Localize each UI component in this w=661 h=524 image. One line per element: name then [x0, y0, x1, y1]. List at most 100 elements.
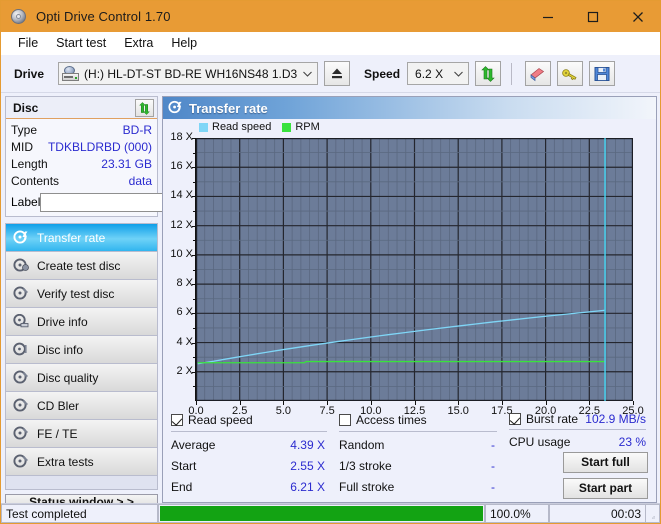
chart-x-tick [633, 401, 634, 405]
read-speed-checkbox[interactable] [171, 413, 183, 426]
menu-start-test[interactable]: Start test [47, 34, 115, 52]
key-button[interactable] [557, 61, 584, 86]
start-full-button[interactable]: Start full [563, 451, 648, 473]
cd-bler-icon [13, 398, 30, 413]
sidebar-item-verify-test-disc[interactable]: Verify test disc [6, 280, 157, 308]
elapsed-time: 00:03 [549, 504, 646, 523]
burst-rate-column: Burst rate 102.9 MB/s CPU usage 23 % Sta… [509, 411, 648, 499]
sidebar-item-label: Disc info [37, 342, 84, 357]
chart-x-tick-label: 12.5 [403, 405, 426, 417]
chart-x-tick [196, 401, 197, 405]
speed-label: Speed [364, 66, 401, 81]
speed-select[interactable]: 6.2 X [407, 62, 470, 85]
disc-quality-icon [13, 370, 30, 385]
chart-x-tick [589, 401, 591, 405]
panel-title: Transfer rate [189, 100, 268, 116]
optical-drive-icon [62, 66, 80, 81]
divider [171, 431, 327, 432]
chart-x-tick-label: 20.0 [534, 405, 557, 417]
stat-value: - [491, 458, 495, 473]
chart-x-tick [283, 401, 285, 405]
stat-key: Start [171, 458, 197, 473]
chevron-down-icon [298, 63, 317, 84]
chart-y-tick-label: 2 X [176, 364, 193, 377]
chart-y-tick-label: 6 X [176, 306, 193, 319]
legend-label-rpm: RPM [295, 121, 320, 133]
sidebar-item-create-test-disc[interactable]: Create test disc [6, 252, 157, 280]
sidebar-item-disc-info[interactable]: Disc info [6, 336, 157, 364]
disc-row-value: BD-R [122, 123, 152, 137]
menu-bar: File Start test Extra Help [1, 32, 660, 55]
sidebar-item-label: CD Bler [37, 398, 80, 413]
close-button[interactable] [615, 1, 660, 32]
app-disc-icon [10, 8, 28, 26]
burst-rate-checkbox[interactable] [509, 412, 521, 425]
stat-row-cpu-usage: CPU usage 23 % [509, 432, 648, 451]
start-part-button[interactable]: Start part [563, 477, 648, 499]
disc-row-length: Length 23.31 GB [11, 156, 152, 173]
refresh-drive-button[interactable] [475, 61, 502, 86]
disc-refresh-button[interactable] [135, 99, 154, 117]
transfer-rate-icon [13, 230, 30, 245]
stat-key: End [171, 479, 193, 494]
chart-y-tick-label: 18 X [170, 131, 193, 143]
statistics-area: Read speed Average 4.39 X Start 2.55 X E… [163, 406, 656, 502]
sidebar-item-label: Extra tests [37, 454, 94, 469]
progress-fill [160, 506, 483, 521]
stat-value: 4.39 X [290, 437, 325, 452]
chart-y-axis-line [194, 138, 196, 401]
sidebar-item-label: Verify test disc [37, 286, 115, 301]
stat-key: Random [339, 437, 385, 452]
drive-info-icon [13, 313, 30, 329]
stat-value: - [491, 479, 495, 494]
window-title: Opti Drive Control 1.70 [36, 9, 171, 24]
chart-legend: Read speed RPM [199, 121, 327, 133]
sidebar-item-label: Disc quality [37, 370, 99, 385]
sidebar-item-extra-tests[interactable]: Extra tests [6, 448, 157, 476]
legend-swatch-read-speed [199, 122, 208, 132]
sidebar-item-cd-bler[interactable]: CD Bler [6, 392, 157, 420]
legend-swatch-rpm [282, 122, 292, 132]
eject-button[interactable] [324, 61, 351, 86]
chart-x-tick-label: 5.0 [275, 405, 292, 417]
disc-row-mid: MID TDKBLDRBD (000) [11, 139, 152, 156]
sidebar-item-label: Transfer rate [37, 230, 106, 245]
drive-select[interactable]: (H:) HL-DT-ST BD-RE WH16NS48 1.D3 [58, 62, 319, 85]
chart-y-tick-label: 8 X [176, 277, 193, 290]
menu-file[interactable]: File [9, 34, 47, 52]
verify-disc-icon [13, 286, 30, 301]
sidebar-item-disc-quality[interactable]: Disc quality [6, 364, 157, 392]
menu-extra[interactable]: Extra [115, 34, 162, 52]
chart-plot-area [196, 138, 633, 401]
chart-y-tick-label: 4 X [176, 335, 193, 348]
access-times-checkbox[interactable] [339, 413, 351, 426]
app-window: Opti Drive Control 1.70 File Start test … [0, 0, 661, 524]
resize-grip[interactable] [646, 504, 660, 523]
stat-row-random: Random - [339, 434, 509, 455]
disc-panel-title: Disc [13, 100, 39, 115]
disc-label-row: Label [11, 192, 244, 212]
fe-te-icon [13, 426, 30, 441]
chart-y-tick-label: 10 X [170, 247, 193, 260]
stat-row-end: End 6.21 X [171, 476, 339, 497]
stat-key: Full stroke [339, 479, 395, 494]
disc-row-value: 23.31 GB [101, 157, 152, 171]
sidebar-item-transfer-rate[interactable]: Transfer rate [6, 224, 157, 252]
sidebar-item-drive-info[interactable]: Drive info [6, 308, 157, 336]
sidebar-filler [6, 476, 157, 490]
title-bar: Opti Drive Control 1.70 [1, 1, 660, 32]
toolbar-separator [511, 62, 513, 85]
disc-panel: Disc Type BD-R MID TDKBLDRBD (000) Lengt… [5, 96, 244, 217]
access-times-column: Access times Random - 1/3 stroke - Full … [339, 411, 509, 499]
maximize-button[interactable] [570, 1, 615, 32]
transfer-rate-icon [168, 100, 183, 117]
menu-help[interactable]: Help [162, 34, 206, 52]
read-speed-column: Read speed Average 4.39 X Start 2.55 X E… [171, 411, 339, 499]
erase-button[interactable] [525, 61, 552, 86]
stat-row-average: Average 4.39 X [171, 434, 339, 455]
save-button[interactable] [589, 61, 616, 86]
disc-info-icon [13, 342, 30, 357]
transfer-rate-chart: Read speed RPM 2 X 4 X 6 X 8 X 10 X 12 X 14 X 1… [163, 119, 656, 417]
minimize-button[interactable] [525, 1, 570, 32]
sidebar-item-fe-te[interactable]: FE / TE [6, 420, 157, 448]
